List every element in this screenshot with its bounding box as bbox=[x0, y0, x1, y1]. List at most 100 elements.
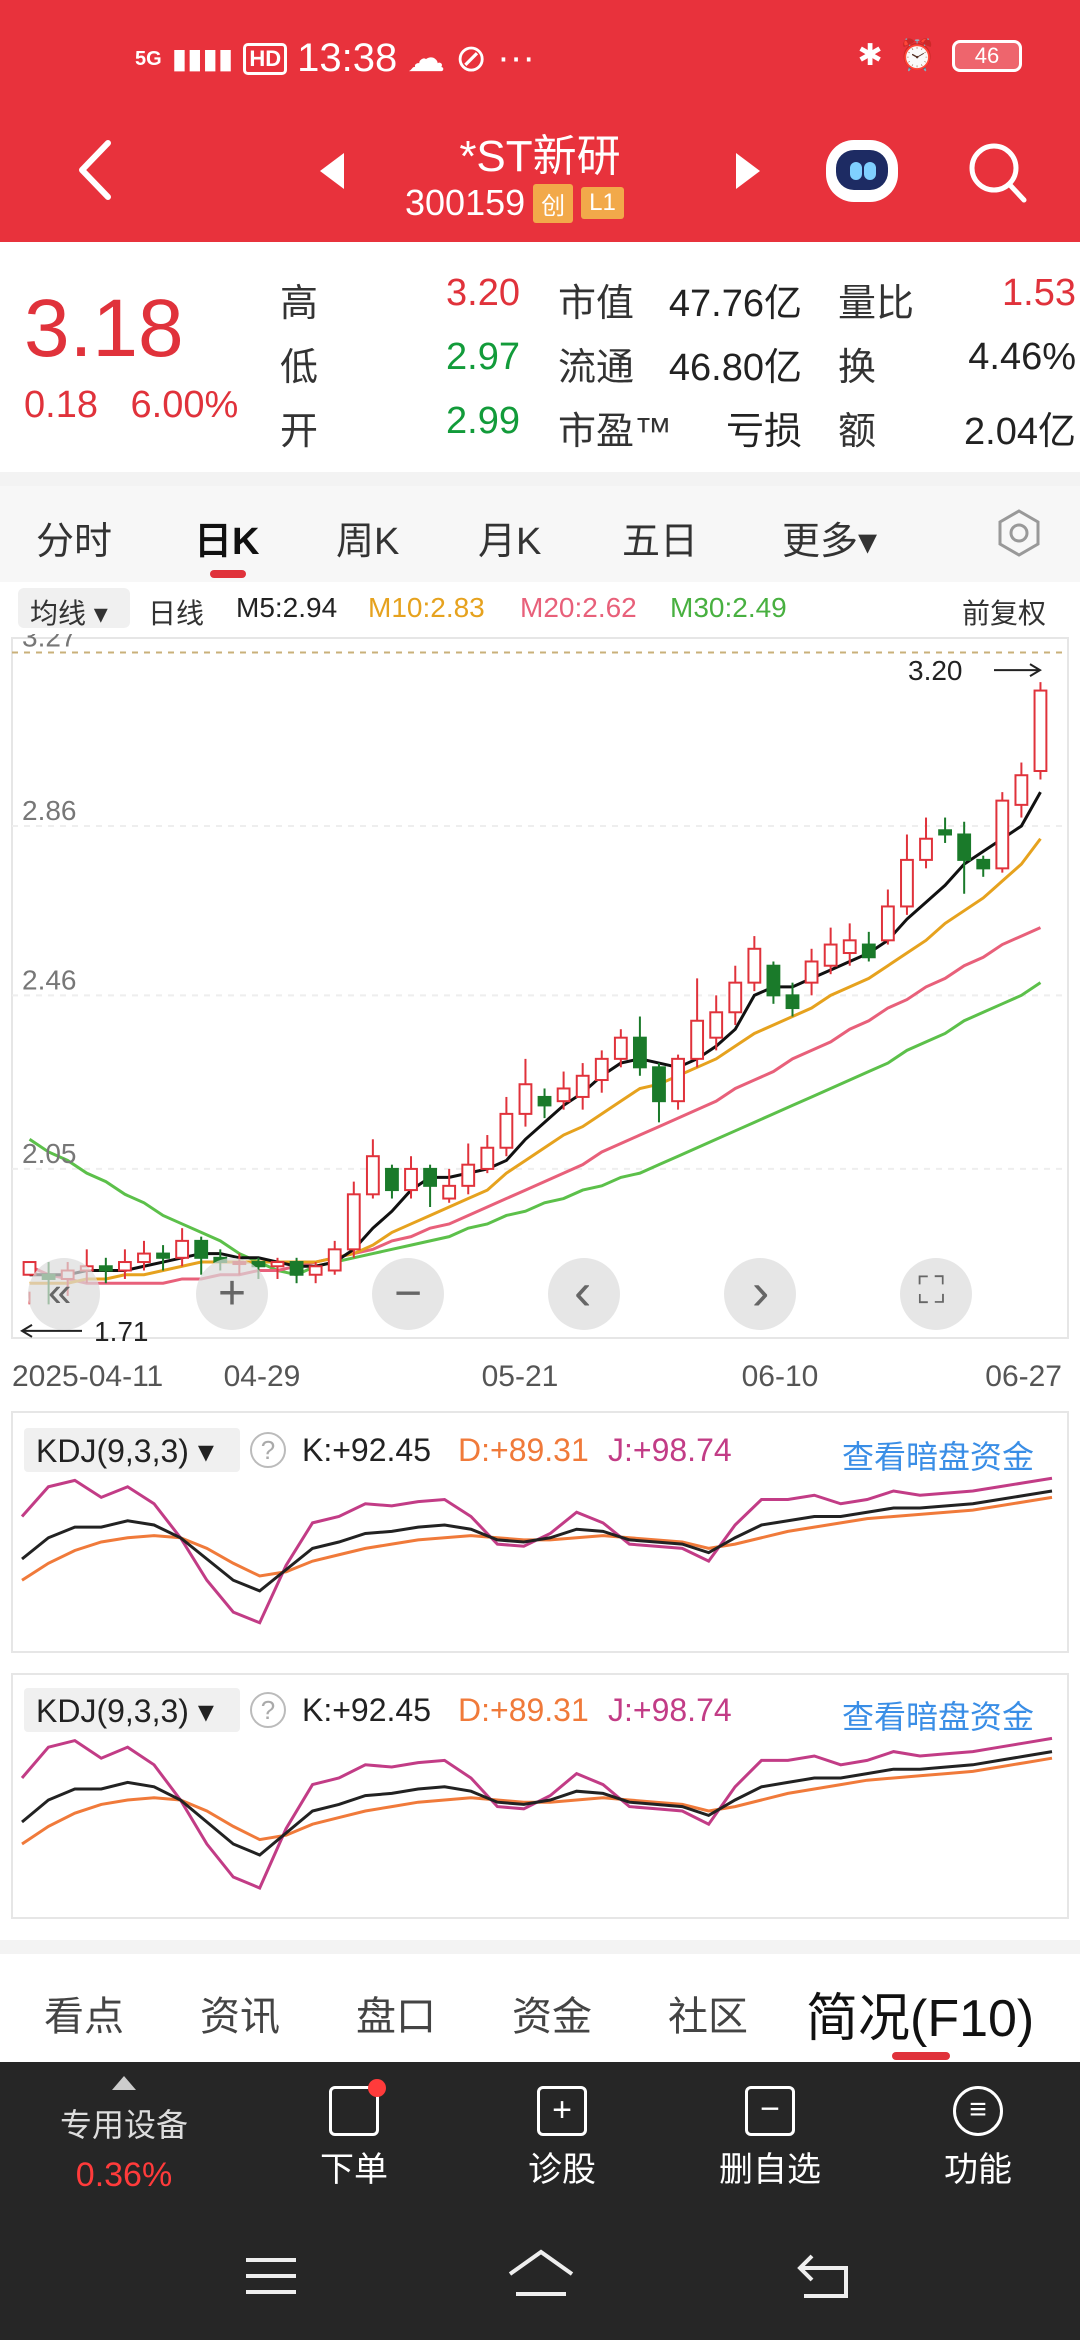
x-axis-label: 2025-04-11 bbox=[12, 1360, 163, 1393]
candle-body bbox=[880, 905, 895, 942]
prev-stock-icon[interactable] bbox=[320, 153, 344, 189]
stock-code-row: 300159 创 L1 bbox=[405, 182, 624, 224]
candle-body bbox=[957, 833, 972, 861]
ma30-label: M30:2.49 bbox=[670, 592, 787, 623]
chevron-left-icon: ‹ bbox=[574, 1263, 592, 1321]
order-button[interactable]: 下单 bbox=[274, 2079, 434, 2191]
kdj-selector-label: KDJ(9,3,3) ▾ bbox=[36, 1433, 214, 1469]
zoom-in-button[interactable]: + bbox=[196, 1258, 268, 1330]
tab-highlights[interactable]: 看点 bbox=[44, 1984, 124, 2042]
sector-button[interactable]: 专用设备 0.36% bbox=[44, 2076, 204, 2195]
active-bottom-tab-indicator bbox=[892, 2052, 950, 2060]
help-icon[interactable]: ? bbox=[250, 1432, 286, 1468]
app-notification-icon: ⊘ bbox=[455, 38, 488, 80]
app-header: 5G ▮▮▮▮ HD 13:38 ☁ ⊘ ··· ✱ ⏰ 46 *ST新研 30… bbox=[0, 0, 1080, 242]
price-adjust-toggle[interactable]: 前复权 bbox=[962, 592, 1046, 632]
candle-body bbox=[365, 1155, 380, 1196]
dark-pool-link[interactable]: 查看暗盘资金 bbox=[842, 1692, 1034, 1738]
candle-body bbox=[423, 1167, 438, 1187]
stock-name: *ST新研 bbox=[459, 132, 621, 181]
max-price-label: 3.20 bbox=[908, 655, 963, 686]
x-axis-label: 05-21 bbox=[482, 1360, 559, 1393]
mktcap-value: 47.76亿 bbox=[668, 283, 802, 325]
kdj-k-value: K:+92.45 bbox=[302, 1692, 431, 1728]
ma5-label: M5:2.94 bbox=[236, 592, 338, 623]
candle-body bbox=[632, 1036, 647, 1069]
detail-tabs: 看点 资讯 盘口 资金 社区 简况(F10) bbox=[0, 1940, 1080, 2062]
clock: 13:38 bbox=[297, 36, 398, 80]
vol-ratio-label: 量比 bbox=[838, 283, 915, 325]
scroll-left-button[interactable]: ‹ bbox=[548, 1258, 620, 1330]
candle-body bbox=[823, 943, 838, 967]
candle-body bbox=[594, 1057, 609, 1082]
open-label: 开 bbox=[280, 411, 319, 453]
candle-body bbox=[556, 1087, 571, 1103]
jump-start-icon: « bbox=[48, 1268, 72, 1315]
next-stock-icon[interactable] bbox=[736, 153, 760, 189]
candle-body bbox=[842, 939, 857, 955]
tab-order-book[interactable]: 盘口 bbox=[356, 1984, 436, 2042]
zoom-out-button[interactable]: − bbox=[372, 1258, 444, 1330]
price-plot-frame bbox=[11, 637, 1069, 1339]
kdj-d-value: D:+89.31 bbox=[458, 1692, 589, 1728]
plus-icon: + bbox=[218, 1267, 247, 1320]
remove-label: 删自选 bbox=[719, 2151, 821, 2189]
back-icon[interactable] bbox=[70, 135, 120, 205]
kdj-d-value: D:+89.31 bbox=[458, 1432, 589, 1468]
candle-body bbox=[98, 1265, 113, 1272]
turnover-label: 换 bbox=[838, 347, 877, 389]
tab-f10-profile[interactable]: 简况(F10) bbox=[806, 1976, 1034, 2051]
network-indicator: 5G bbox=[135, 47, 162, 70]
kdj-selector-label: KDJ(9,3,3) ▾ bbox=[36, 1693, 214, 1729]
remove-watchlist-button[interactable]: − 删自选 bbox=[690, 2086, 850, 2191]
home-icon[interactable] bbox=[506, 2248, 576, 2300]
line-type-label: 日线 bbox=[148, 598, 205, 629]
vol-ratio-value: 1.53 bbox=[1002, 272, 1076, 314]
tab-five-day[interactable]: 五日 bbox=[622, 510, 698, 565]
tab-intraday[interactable]: 分时 bbox=[36, 510, 112, 565]
bluetooth-icon: ✱ bbox=[857, 39, 883, 72]
dark-pool-link[interactable]: 查看暗盘资金 bbox=[842, 1432, 1034, 1478]
search-icon[interactable] bbox=[966, 138, 1028, 208]
change-percent: 6.00% bbox=[130, 384, 239, 426]
candle-body bbox=[117, 1261, 132, 1272]
last-price: 3.18 bbox=[24, 283, 184, 374]
menu-circle-icon: ≡ bbox=[953, 2086, 1003, 2136]
jump-start-button[interactable]: « bbox=[28, 1258, 100, 1330]
period-tabs: 分时 日K 周K 月K 五日 更多▾ bbox=[0, 486, 1080, 582]
tab-news[interactable]: 资讯 bbox=[200, 1984, 280, 2042]
tab-more[interactable]: 更多▾ bbox=[782, 510, 877, 565]
high-label: 高 bbox=[280, 283, 319, 325]
fullscreen-button[interactable]: ⛶ bbox=[900, 1258, 972, 1330]
candle-body bbox=[480, 1146, 495, 1170]
active-tab-indicator bbox=[210, 570, 246, 578]
tab-capital-flow[interactable]: 资金 bbox=[512, 1984, 592, 2042]
candle-body bbox=[709, 1011, 724, 1039]
assistant-robot-icon[interactable] bbox=[826, 140, 898, 202]
action-toolbar: 专用设备 0.36% 下单 + 诊股 − 删自选 ≡ 功能 bbox=[0, 2062, 1080, 2212]
tab-daily-k[interactable]: 日K bbox=[194, 510, 259, 565]
tab-monthly-k[interactable]: 月K bbox=[478, 510, 541, 565]
diagnose-button[interactable]: + 诊股 bbox=[482, 2086, 642, 2191]
menu-icon[interactable] bbox=[244, 2256, 298, 2296]
candle-body bbox=[995, 799, 1010, 870]
pe-value: 亏损 bbox=[725, 411, 802, 453]
ma10-label: M10:2.83 bbox=[368, 592, 485, 623]
more-notifications: ··· bbox=[497, 37, 536, 79]
system-nav-bar bbox=[0, 2212, 1080, 2340]
chevron-right-icon: › bbox=[752, 1263, 770, 1321]
back-nav-icon[interactable] bbox=[796, 2252, 854, 2300]
quote-panel: 3.18 0.18 6.00% 高 3.20 低 2.97 开 2.99 市值 … bbox=[0, 242, 1080, 472]
scroll-right-button[interactable]: › bbox=[724, 1258, 796, 1330]
turnover-value: 4.46% bbox=[968, 336, 1076, 378]
candle-body bbox=[766, 964, 781, 997]
amount-value: 2.04亿 bbox=[964, 411, 1076, 453]
settings-icon[interactable] bbox=[994, 508, 1044, 558]
low-label: 低 bbox=[280, 347, 319, 389]
function-button[interactable]: ≡ 功能 bbox=[898, 2086, 1058, 2191]
help-icon[interactable]: ? bbox=[250, 1692, 286, 1728]
candle-body bbox=[861, 943, 876, 959]
tab-community[interactable]: 社区 bbox=[668, 1984, 748, 2042]
diagnose-icon: + bbox=[537, 2086, 587, 2136]
tab-weekly-k[interactable]: 周K bbox=[336, 510, 399, 565]
